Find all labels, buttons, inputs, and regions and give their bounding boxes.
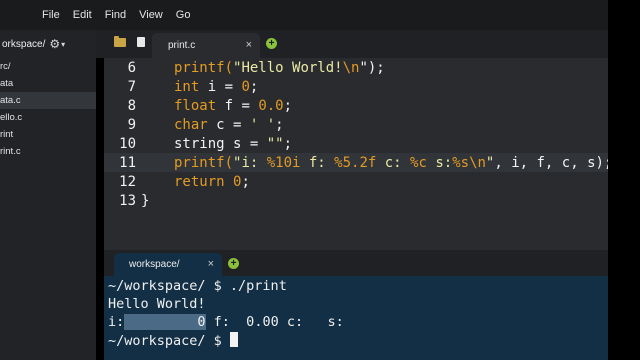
code-token: return bbox=[174, 174, 225, 190]
code-line-13: } bbox=[141, 193, 149, 209]
menu-find[interactable]: Find bbox=[105, 9, 126, 21]
code-token: "Hello World! bbox=[233, 60, 343, 76]
code-token: 0.0 bbox=[258, 98, 284, 114]
tree-item-data[interactable]: ata bbox=[0, 75, 96, 92]
close-icon[interactable]: × bbox=[246, 39, 252, 51]
menu-file[interactable]: File bbox=[42, 9, 60, 21]
line-number: 9 bbox=[127, 117, 136, 133]
code-token: "i: bbox=[233, 155, 267, 171]
code-token: ; bbox=[249, 79, 259, 95]
line-number: 13 bbox=[119, 193, 136, 209]
code-token: "" bbox=[266, 136, 284, 152]
code-editor[interactable]: 6 7 8 9 10 11 12 13 printf("Hello World!… bbox=[104, 58, 608, 250]
terminal-command: ./print bbox=[229, 278, 287, 294]
workspace-header[interactable]: orkspace/ ⚙ ▾ bbox=[0, 30, 96, 58]
menu-bar: File Edit Find View Go bbox=[0, 0, 608, 30]
tab-print-c[interactable]: print.c × bbox=[152, 33, 260, 58]
terminal-panel[interactable]: ~/workspace/ $ ./print Hello World! i: 0… bbox=[104, 276, 608, 360]
code-token: \n bbox=[342, 60, 360, 76]
terminal-line: Hello World! bbox=[108, 296, 206, 312]
code-token: 0 bbox=[241, 79, 250, 95]
code-token: s: bbox=[426, 155, 453, 171]
text-selection[interactable]: 0 bbox=[124, 314, 206, 330]
editor-tab-bar: print.c × + bbox=[96, 30, 608, 58]
code-token: ' ' bbox=[249, 117, 276, 133]
tree-item-src[interactable]: rc/ bbox=[0, 58, 96, 75]
terminal-output: i: bbox=[108, 314, 125, 330]
code-token: float bbox=[174, 98, 217, 114]
folder-icon[interactable] bbox=[114, 36, 126, 47]
code-token: ; bbox=[241, 174, 250, 190]
line-number: 8 bbox=[127, 98, 136, 114]
terminal-line: ~/workspace/ $ bbox=[108, 332, 238, 349]
menu-view[interactable]: View bbox=[139, 9, 163, 21]
tab-terminal-workspace[interactable]: workspace/ × bbox=[114, 253, 222, 276]
menu-go[interactable]: Go bbox=[176, 9, 191, 21]
code-line-7: int i = 0; bbox=[174, 79, 258, 95]
code-token: char bbox=[174, 117, 208, 133]
code-line-8: float f = 0.0; bbox=[174, 98, 292, 114]
tree-item-print[interactable]: rint bbox=[0, 126, 96, 143]
line-number: 7 bbox=[127, 79, 136, 95]
terminal-tab-bar: workspace/ × + bbox=[104, 250, 608, 276]
gear-icon[interactable]: ⚙ bbox=[49, 37, 60, 51]
terminal-line: ~/workspace/ $ ./print bbox=[108, 278, 287, 294]
tree-item-hello-c[interactable]: ello.c bbox=[0, 109, 96, 126]
caret-down-icon[interactable]: ▾ bbox=[61, 40, 65, 49]
add-terminal-icon[interactable]: + bbox=[228, 258, 239, 269]
workspace-label: orkspace/ bbox=[2, 38, 46, 50]
code-token: printf( bbox=[174, 60, 234, 76]
code-token: string s = bbox=[174, 136, 267, 152]
code-line-12: return 0; bbox=[174, 174, 250, 190]
code-token: , i, f, c, s); bbox=[494, 155, 608, 171]
terminal-line: i: 0 f: 0.00 c: s: bbox=[108, 314, 344, 330]
line-number: 11 bbox=[119, 155, 136, 171]
code-token: f = bbox=[216, 98, 259, 114]
code-token: ; bbox=[283, 98, 293, 114]
code-token: %s bbox=[452, 155, 470, 171]
ide-window: File Edit Find View Go orkspace/ ⚙ ▾ rc/… bbox=[0, 0, 640, 360]
code-line-10: string s = ""; bbox=[174, 136, 292, 152]
code-token: c = bbox=[207, 117, 250, 133]
code-line-6: printf("Hello World!\n"); bbox=[174, 60, 385, 76]
terminal-tab-label: workspace/ bbox=[129, 259, 180, 270]
code-token: printf( bbox=[174, 155, 234, 171]
code-token: int bbox=[174, 79, 200, 95]
file-tree-sidebar: orkspace/ ⚙ ▾ rc/ ata ata.c ello.c rint … bbox=[0, 30, 96, 360]
terminal-prompt: ~/workspace/ $ bbox=[108, 278, 230, 294]
code-token: \n bbox=[469, 155, 486, 171]
tab-label: print.c bbox=[168, 40, 196, 51]
terminal-output: Hello World! bbox=[108, 296, 206, 312]
code-token: ; bbox=[283, 136, 293, 152]
terminal-cursor bbox=[229, 332, 238, 347]
terminal-prompt: ~/workspace/ $ bbox=[108, 333, 230, 349]
add-tab-icon[interactable]: + bbox=[266, 38, 277, 49]
menu-edit[interactable]: Edit bbox=[73, 9, 92, 21]
code-token: } bbox=[141, 193, 150, 209]
terminal-output: f: 0.00 c: s: bbox=[205, 314, 344, 330]
code-token: %5.2f bbox=[334, 155, 377, 171]
code-token: %10i bbox=[266, 155, 301, 171]
code-token: ; bbox=[275, 117, 284, 133]
code-token: i = bbox=[199, 79, 242, 95]
code-token: f: bbox=[300, 155, 335, 171]
tree-item-data-c[interactable]: ata.c bbox=[0, 92, 96, 109]
file-icon[interactable] bbox=[137, 37, 145, 47]
code-token: c: bbox=[376, 155, 411, 171]
tree-item-print-c[interactable]: rint.c bbox=[0, 143, 96, 160]
line-number: 10 bbox=[119, 136, 136, 152]
line-number: 12 bbox=[119, 174, 136, 190]
code-token: "); bbox=[359, 60, 385, 76]
close-icon[interactable]: × bbox=[208, 258, 214, 270]
line-number: 6 bbox=[127, 60, 136, 76]
code-token: %c bbox=[410, 155, 427, 171]
code-line-11: printf("i: %10i f: %5.2f c: %c s:%s\n", … bbox=[174, 155, 608, 171]
code-line-9: char c = ' '; bbox=[174, 117, 284, 133]
